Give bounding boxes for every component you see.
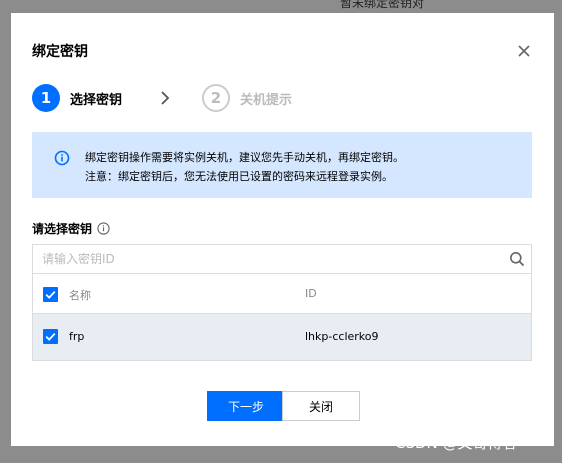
search-icon[interactable] — [509, 251, 525, 267]
step-2-circle: 2 — [202, 84, 230, 112]
key-search-box — [32, 244, 532, 274]
alert-text-line-2: 注意：绑定密钥后，您无法使用已设置的密码来远程登录实例。 — [85, 170, 393, 183]
column-header-name: 名称 — [69, 289, 91, 302]
check-icon — [45, 290, 56, 299]
step-2-label: 关机提示 — [240, 93, 293, 108]
watermark-text: CSDN @文哥博客 — [395, 434, 518, 452]
key-table: 名称 ID frp lhkp-cclerko9 — [32, 274, 532, 361]
row-key-id: lhkp-cclerko9 — [305, 330, 379, 343]
step-1-label: 选择密钥 — [70, 93, 123, 108]
check-icon — [45, 332, 56, 341]
alert-text-line-1: 绑定密钥操作需要将实例关机，建议您先手动关机，再绑定密钥。 — [85, 151, 404, 164]
background-status-text: 暂未绑定密钥对 — [340, 0, 425, 10]
table-row[interactable]: frp lhkp-cclerko9 — [33, 314, 531, 360]
row-key-name: frp — [69, 330, 85, 343]
select-key-label: 请选择密钥 — [32, 222, 93, 236]
bind-key-dialog: 绑定密钥 1 选择密钥 2 关机提示 绑定密钥操作需要将实例关机，建议您先手动关… — [11, 13, 554, 446]
next-step-button[interactable]: 下一步 — [207, 391, 285, 421]
step-1-circle: 1 — [32, 84, 60, 112]
key-id-search-input[interactable] — [33, 245, 503, 273]
close-dialog-button[interactable]: 关闭 — [282, 391, 360, 421]
table-header: 名称 ID — [33, 274, 531, 314]
close-button[interactable] — [516, 43, 532, 59]
close-icon — [518, 45, 530, 57]
select-all-checkbox[interactable] — [43, 287, 58, 302]
dialog-title: 绑定密钥 — [32, 44, 88, 60]
column-header-id: ID — [305, 287, 317, 300]
warning-alert: 绑定密钥操作需要将实例关机，建议您先手动关机，再绑定密钥。 注意：绑定密钥后，您… — [32, 132, 532, 198]
help-info-icon[interactable] — [97, 222, 110, 235]
chevron-right-icon — [161, 91, 170, 105]
info-circle-icon — [54, 150, 70, 166]
row-checkbox[interactable] — [43, 329, 58, 344]
